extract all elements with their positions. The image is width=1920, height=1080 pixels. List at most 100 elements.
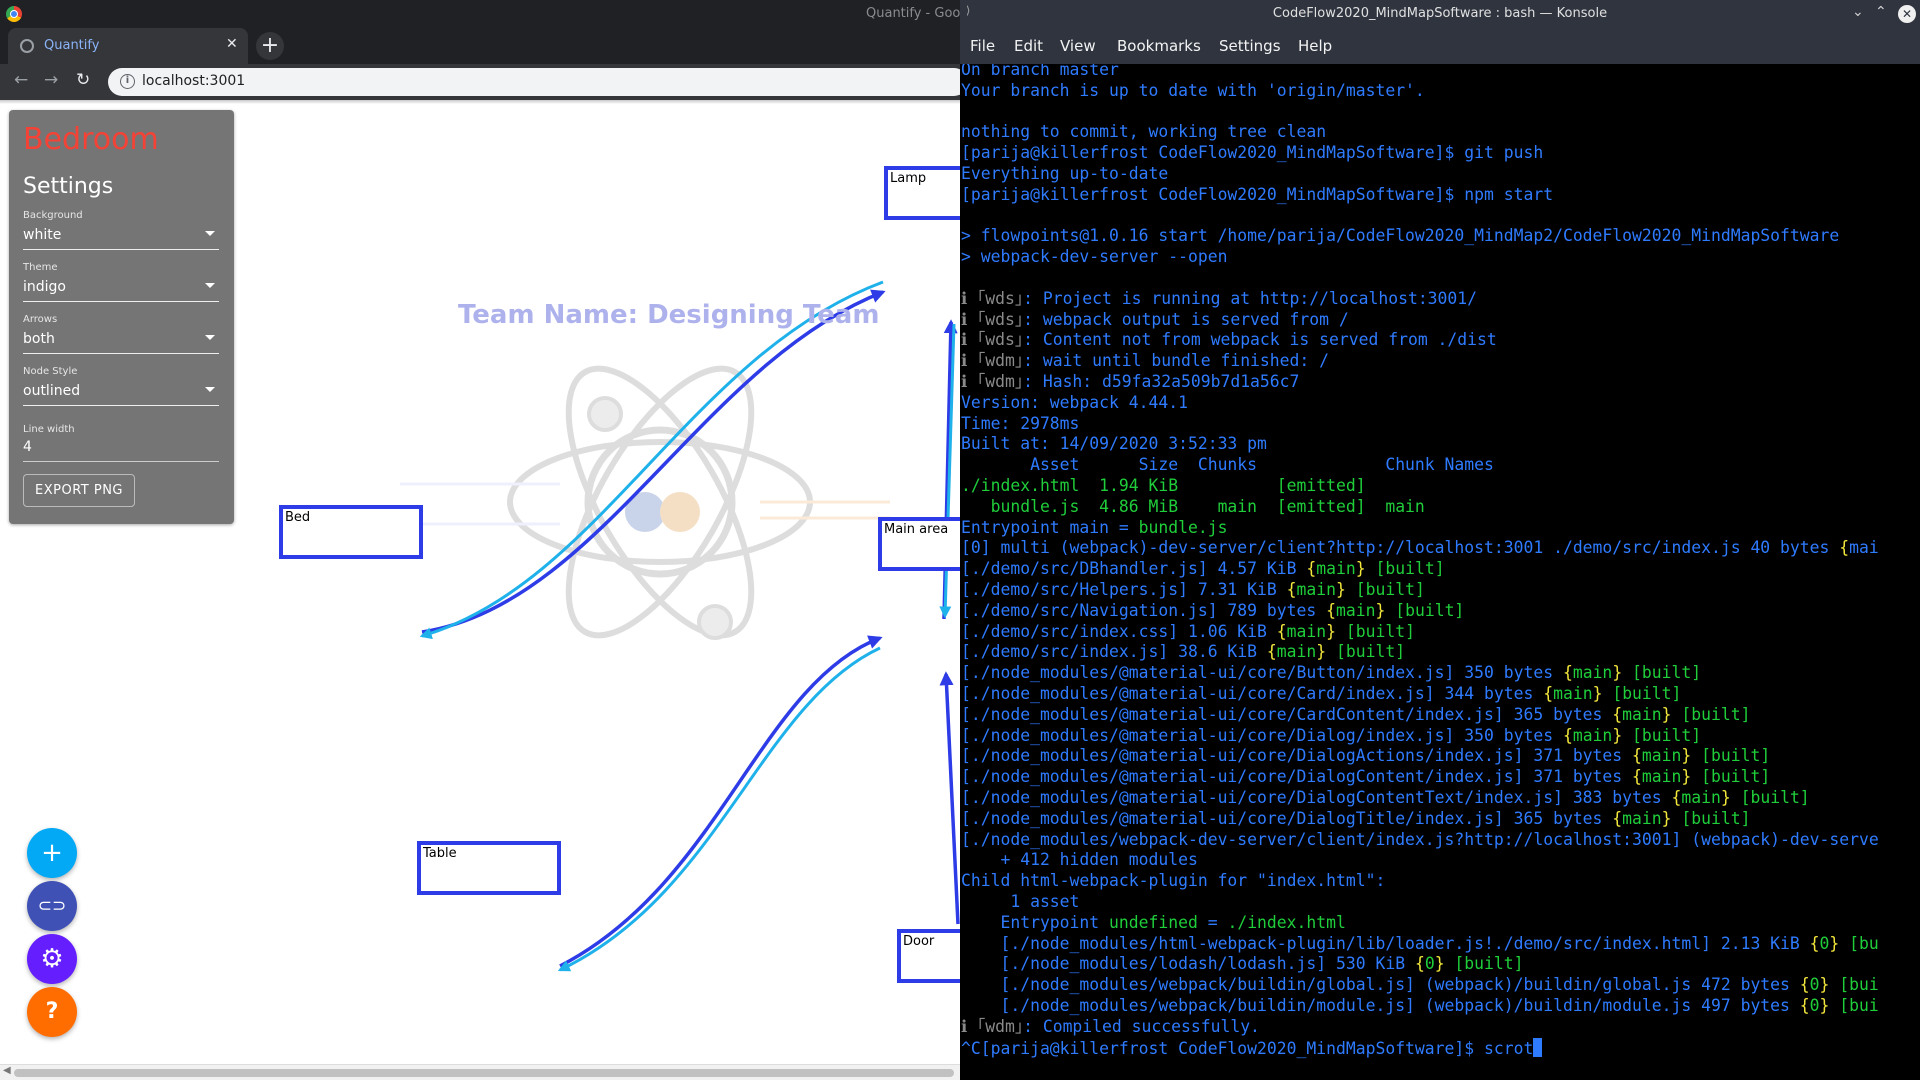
terminal-text: 0 (1819, 933, 1830, 953)
node-label: Door (903, 934, 935, 949)
arrows-value: both (23, 331, 55, 347)
terminal-text: [built] (1444, 954, 1524, 974)
terminal-text: main (1622, 808, 1662, 828)
url-text[interactable]: localhost:3001 (142, 73, 245, 89)
link-button[interactable]: ⊂⊃ (27, 881, 77, 931)
terminal-text: } (1612, 725, 1623, 745)
konsole-titlebar: ⟩ CodeFlow2020_MindMapSoftware : bash — … (960, 0, 1920, 28)
address-bar[interactable]: i localhost:3001 (108, 68, 960, 96)
terminal-text: [./node_modules/lodash/lodash.js] 530 Ki… (961, 954, 1415, 974)
edge-door-main[interactable] (939, 671, 960, 925)
terminal-text: Everything up-to-date (961, 164, 1169, 183)
forward-arrow-icon[interactable]: → (44, 70, 58, 90)
back-arrow-icon[interactable]: ← (14, 70, 28, 90)
terminal-text: Entrypoint (961, 912, 1110, 932)
terminal-line: 1 asset (961, 892, 1079, 913)
terminal-output[interactable]: On branch master Your branch is up to dat… (960, 64, 1920, 1080)
terminal-text: : Content not from webpack is served fro… (1023, 330, 1497, 350)
add-node-button[interactable]: + (27, 828, 77, 878)
theme-select[interactable]: indigo (23, 274, 219, 302)
terminal-text: } (1316, 642, 1327, 662)
close-window-icon[interactable]: ✕ (1898, 5, 1916, 23)
terminal-text: > flowpoints@1.0.16 start /home/parija/C… (961, 226, 1840, 246)
terminal-text: Entrypoint main = (961, 517, 1139, 537)
terminal-line: On branch master (961, 64, 1119, 81)
terminal-text: main (1641, 746, 1682, 766)
scrollbar-thumb[interactable] (14, 1069, 954, 1077)
menu-edit[interactable]: Edit (1014, 37, 1043, 55)
terminal-text: mai (1849, 538, 1879, 558)
terminal-text: main (1572, 725, 1613, 745)
terminal-text: [bui (1829, 975, 1879, 995)
edge-lamp-bed[interactable] (419, 280, 884, 640)
chrome-window: Quantify - Goog Quantify ✕ + ← → ↻ i loc… (0, 0, 960, 1080)
tab-quantify[interactable]: Quantify ✕ (8, 28, 248, 64)
terminal-text: ℹ ｢wdm｣ (961, 372, 1024, 391)
terminal-text: [./node_modules/webpack/buildin/global.j… (961, 975, 1800, 995)
terminal-text: } (1829, 933, 1840, 953)
terminal-text: { (1632, 746, 1642, 766)
terminal-text: : Hash: d59fa32a509b7d1a56c7 (1023, 372, 1300, 391)
node-lamp[interactable]: Lamp (884, 166, 960, 220)
node-style-select[interactable]: outlined (23, 378, 219, 406)
settings-button[interactable]: ⚙ (27, 934, 77, 984)
close-icon[interactable]: ✕ (226, 36, 238, 52)
help-button[interactable]: ? (27, 987, 77, 1037)
maximize-icon[interactable]: ⌃ (1875, 4, 1887, 20)
reload-icon[interactable]: ↻ (76, 70, 90, 90)
terminal-line: nothing to commit, working tree clean (961, 122, 1326, 143)
menu-view[interactable]: View (1060, 37, 1096, 55)
terminal-line: + 412 hidden modules (961, 850, 1197, 871)
terminal-text: : Compiled successfully. (1023, 1016, 1260, 1036)
terminal-text: [./node_modules/html-webpack-plugin/lib/… (961, 933, 1810, 953)
edge-table-main[interactable] (559, 635, 883, 968)
export-png-button[interactable]: EXPORT PNG (23, 474, 135, 507)
terminal-text: [./node_modules/@material-ui/core/Card/i… (961, 684, 1544, 703)
node-main-area[interactable]: Main area (878, 517, 960, 571)
terminal-line: [./node_modules/@material-ui/core/Dialog… (961, 726, 1701, 747)
horizontal-scrollbar[interactable]: ◀ (0, 1064, 960, 1080)
menu-file[interactable]: File (970, 37, 995, 55)
terminal-line: > flowpoints@1.0.16 start /home/parija/C… (961, 226, 1839, 247)
terminal-text: [parija@killerfrost CodeFlow2020_MindMap… (961, 143, 1544, 163)
menu-bookmarks[interactable]: Bookmarks (1117, 37, 1201, 55)
node-label: Table (423, 846, 457, 861)
terminal-text: main (1296, 580, 1337, 599)
terminal-line: [./node_modules/@material-ui/core/Dialog… (961, 809, 1750, 830)
terminal-text: [built] (1336, 621, 1415, 641)
terminal-line: ℹ ｢wdm｣: Hash: d59fa32a509b7d1a56c7 (961, 372, 1299, 393)
terminal-text: [built] (1691, 767, 1771, 787)
terminal-line: [./node_modules/lodash/lodash.js] 530 Ki… (961, 954, 1524, 975)
terminal-line: [./node_modules/html-webpack-plugin/lib/… (961, 933, 1878, 955)
scroll-left-icon[interactable]: ◀ (3, 1065, 11, 1076)
room-title: Bedroom (23, 122, 159, 157)
line-width-input[interactable]: 4 (23, 434, 219, 462)
terminal-line: [./demo/src/index.css] 1.06 KiB {main} [… (961, 622, 1415, 643)
terminal-text: { (1612, 808, 1623, 828)
menu-help[interactable]: Help (1298, 37, 1332, 55)
background-select[interactable]: white (23, 222, 219, 250)
terminal-line: [./demo/src/index.js] 38.6 KiB {main} [b… (961, 642, 1405, 663)
node-table[interactable]: Table (417, 841, 561, 895)
arrows-select[interactable]: both (23, 326, 219, 354)
terminal-text: ^C[parija@killerfrost CodeFlow2020_MindM… (961, 1038, 1534, 1058)
info-icon[interactable]: i (120, 74, 135, 89)
terminal-text: } (1355, 559, 1366, 579)
terminal-line: Time: 2978ms (961, 414, 1079, 435)
minimize-icon[interactable]: ⌄ (1852, 4, 1864, 20)
terminal-text: [built] (1671, 704, 1751, 724)
terminal-text: [./node_modules/webpack-dev-server/clien… (961, 829, 1879, 849)
new-tab-button[interactable]: + (256, 32, 284, 60)
node-label: Main area (884, 522, 949, 537)
node-door[interactable]: Door (897, 929, 960, 983)
terminal-line: [parija@killerfrost CodeFlow2020_MindMap… (961, 143, 1543, 164)
terminal-text: ℹ ｢wds｣ (961, 330, 1024, 350)
terminal-text: } (1720, 788, 1731, 807)
team-name: Team Name: Designing Team (458, 300, 880, 330)
menu-settings[interactable]: Settings (1219, 37, 1281, 55)
node-bed[interactable]: Bed (279, 505, 423, 559)
terminal-text: main (1622, 704, 1662, 724)
terminal-text: { (1286, 580, 1297, 599)
terminal-text: } (1681, 746, 1692, 766)
terminal-text: } (1819, 975, 1830, 995)
